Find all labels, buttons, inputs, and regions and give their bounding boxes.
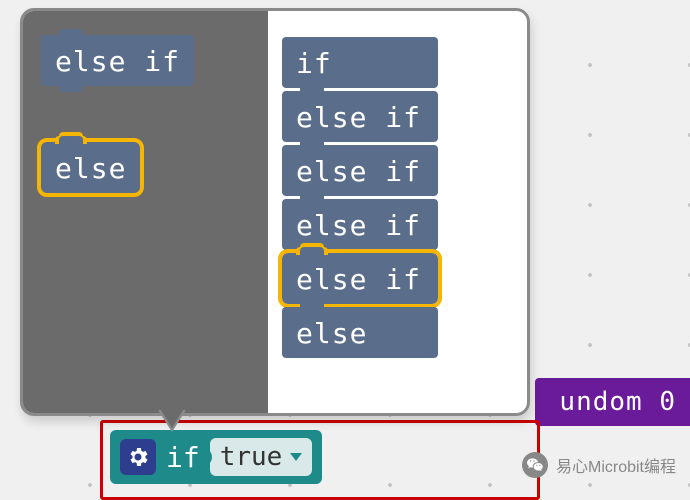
palette-else-piece[interactable]: else [41, 142, 140, 193]
gear-icon [126, 445, 150, 469]
wechat-icon [522, 452, 548, 478]
puzzle-notch [202, 448, 212, 466]
random-number-block[interactable]: undom 0 [535, 378, 690, 426]
piece-label: else [55, 152, 126, 185]
random-label: undom 0 [559, 387, 676, 417]
mutation-palette[interactable]: else if else [23, 11, 268, 413]
stack-else-piece[interactable]: else [282, 307, 438, 358]
stack-else-if-piece[interactable]: else if [282, 199, 438, 250]
piece-label: else if [296, 101, 421, 134]
if-structure-stack[interactable]: if else if else if else if else if else [282, 37, 513, 358]
mutation-popup: else if else if else if else if else if … [20, 8, 530, 416]
stack-else-if-piece[interactable]: else if [282, 145, 438, 196]
stack-else-if-piece-selected[interactable]: else if [282, 253, 438, 304]
piece-label: else [296, 317, 367, 350]
stack-else-if-piece[interactable]: else if [282, 91, 438, 142]
wechat-watermark: 易心Microbit编程 [522, 452, 676, 478]
if-block[interactable]: if true [110, 430, 322, 484]
mutation-workspace[interactable]: if else if else if else if else if else [268, 11, 527, 413]
if-keyword: if [166, 441, 200, 474]
mutation-gear-button[interactable] [120, 439, 156, 475]
piece-label: else if [296, 263, 421, 296]
watermark-text: 易心Microbit编程 [556, 453, 676, 477]
piece-label: if [296, 47, 332, 80]
condition-value: true [220, 442, 283, 472]
palette-else-if-piece[interactable]: else if [41, 35, 194, 86]
chevron-down-icon [290, 453, 302, 461]
popup-pointer-inner [161, 410, 183, 428]
condition-dropdown[interactable]: true [210, 438, 313, 476]
piece-label: else if [296, 155, 421, 188]
piece-label: else if [55, 45, 180, 78]
stack-if-piece[interactable]: if [282, 37, 438, 88]
piece-label: else if [296, 209, 421, 242]
